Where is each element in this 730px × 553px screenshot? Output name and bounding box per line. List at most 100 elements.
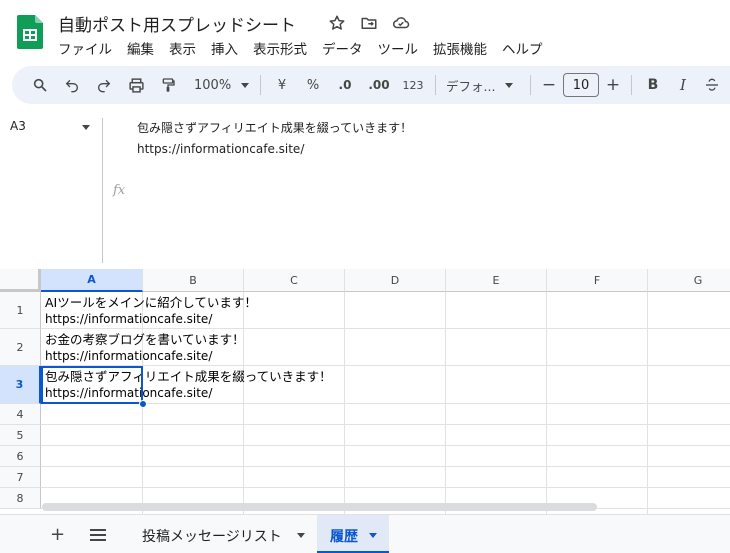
name-box[interactable]: A3	[10, 119, 26, 133]
cell-text: AIツールをメインに紹介しています！	[45, 295, 257, 310]
row-header-4[interactable]: 4	[0, 404, 41, 425]
all-sheets-icon[interactable]	[90, 527, 106, 546]
strikethrough-icon[interactable]	[698, 71, 726, 99]
cell-url: https://informationcafe.site/	[45, 349, 213, 363]
menu-format[interactable]: 表示形式	[253, 38, 307, 58]
menu-data[interactable]: データ	[322, 38, 363, 58]
toolbar-divider	[435, 75, 436, 95]
font-select[interactable]: デフォ...	[442, 71, 524, 99]
row-gridline	[41, 487, 730, 488]
font-size-value: 10	[572, 77, 590, 93]
print-icon[interactable]	[120, 71, 152, 99]
number-format-button[interactable]: 123	[397, 71, 429, 99]
fill-handle[interactable]	[139, 400, 147, 408]
increase-decimal-button[interactable]: .00	[361, 71, 397, 99]
chevron-down-icon[interactable]	[297, 533, 305, 538]
chevron-down-icon	[505, 82, 514, 88]
sheet-bar: + 投稿メッセージリスト 履歴	[0, 514, 730, 553]
column-gridline	[546, 292, 547, 514]
formula-input-line1[interactable]: 包み隠さずアフィリエイト成果を綴っていきます！	[137, 119, 412, 136]
increase-decimal-label: .00	[368, 78, 390, 92]
menu-help[interactable]: ヘルプ	[502, 38, 543, 58]
cell-url: https://informationcafe.site/	[45, 312, 213, 326]
font-size-increase-button[interactable]: +	[601, 71, 625, 99]
horizontal-scrollbar[interactable]	[42, 503, 597, 511]
star-icon[interactable]	[327, 13, 347, 33]
paint-format-icon[interactable]	[152, 71, 184, 99]
select-all-corner[interactable]	[0, 269, 41, 292]
toolbar: 100% ¥ % .0 .00 123 デフォ... − 10 + B I	[12, 66, 730, 104]
row-header-6[interactable]: 6	[0, 446, 41, 467]
menu-bar: ファイル 編集 表示 挿入 表示形式 データ ツール 拡張機能 ヘルプ	[58, 38, 558, 58]
italic-label: I	[680, 76, 686, 94]
row-gridline	[41, 424, 730, 425]
cell-a2[interactable]: お金の考察ブログを書いています！ https://informationcafe…	[45, 332, 245, 364]
tab-history-label: 履歴	[330, 529, 358, 545]
row-header-2[interactable]: 2	[0, 329, 41, 366]
italic-button[interactable]: I	[668, 71, 698, 99]
toolbar-divider	[631, 75, 632, 95]
column-header-b[interactable]: B	[143, 269, 244, 292]
menu-tools[interactable]: ツール	[378, 38, 419, 58]
sheets-logo[interactable]	[17, 15, 43, 49]
active-cell-selection	[41, 366, 143, 404]
search-icon[interactable]	[24, 71, 56, 99]
currency-button[interactable]: ¥	[267, 71, 297, 99]
font-size-input[interactable]: 10	[563, 73, 599, 97]
cell-a1[interactable]: AIツールをメインに紹介しています！ https://informationca…	[45, 295, 257, 327]
currency-label: ¥	[277, 77, 287, 93]
column-header-e[interactable]: E	[446, 269, 547, 292]
row-gridline	[41, 365, 730, 366]
percent-label: %	[306, 77, 320, 93]
font-value: デフォ...	[446, 78, 496, 94]
formula-bar-divider	[102, 118, 103, 263]
cloud-saved-icon[interactable]	[391, 13, 411, 33]
row-gridline	[41, 445, 730, 446]
row-gridline	[41, 466, 730, 467]
bold-label: B	[647, 77, 659, 93]
toolbar-divider	[530, 75, 531, 95]
column-gridline	[344, 292, 345, 514]
redo-icon[interactable]	[88, 71, 120, 99]
bold-button[interactable]: B	[638, 71, 668, 99]
row-header-1[interactable]: 1	[0, 292, 41, 329]
column-gridline	[445, 292, 446, 514]
column-header-c[interactable]: C	[244, 269, 345, 292]
menu-edit[interactable]: 編集	[127, 38, 154, 58]
toolbar-divider	[260, 75, 261, 95]
percent-button[interactable]: %	[297, 71, 329, 99]
chevron-down-icon[interactable]	[369, 533, 377, 538]
row-header-5[interactable]: 5	[0, 425, 41, 446]
undo-icon[interactable]	[56, 71, 88, 99]
zoom-select[interactable]: 100%	[184, 71, 254, 99]
tab-post-message-list[interactable]: 投稿メッセージリスト	[142, 526, 282, 546]
fx-icon: fx	[113, 183, 126, 198]
tab-history[interactable]: 履歴	[317, 515, 389, 553]
menu-file[interactable]: ファイル	[58, 38, 112, 58]
zoom-value: 100%	[194, 77, 232, 93]
row-header-8[interactable]: 8	[0, 488, 41, 509]
column-header-g[interactable]: G	[648, 269, 730, 292]
number-format-label: 123	[402, 78, 424, 92]
column-header-f[interactable]: F	[547, 269, 648, 292]
row-gridline	[41, 328, 730, 329]
spreadsheet-grid[interactable]: A B C D E F G 1 2 3 4 5 6 7 8 AIツールをメインに…	[0, 269, 730, 514]
column-gridline	[647, 292, 648, 514]
chevron-down-icon[interactable]	[82, 125, 90, 130]
font-size-decrease-button[interactable]: −	[537, 71, 561, 99]
column-header-a[interactable]: A	[41, 269, 143, 292]
column-header-d[interactable]: D	[345, 269, 446, 292]
row-header-3[interactable]: 3	[0, 366, 41, 404]
move-to-folder-icon[interactable]	[359, 13, 379, 33]
menu-extensions[interactable]: 拡張機能	[433, 38, 487, 58]
cell-text: お金の考察ブログを書いています！	[45, 332, 245, 347]
menu-view[interactable]: 表示	[169, 38, 196, 58]
menu-insert[interactable]: 挿入	[211, 38, 238, 58]
document-title[interactable]: 自動ポスト用スプレッドシート	[58, 11, 296, 36]
chevron-down-icon	[241, 82, 250, 88]
formula-input-line2[interactable]: https://informationcafe.site/	[137, 142, 304, 156]
row-header-7[interactable]: 7	[0, 467, 41, 488]
decrease-decimal-button[interactable]: .0	[329, 71, 361, 99]
decrease-decimal-label: .0	[338, 78, 352, 92]
add-sheet-button[interactable]: +	[50, 524, 65, 545]
